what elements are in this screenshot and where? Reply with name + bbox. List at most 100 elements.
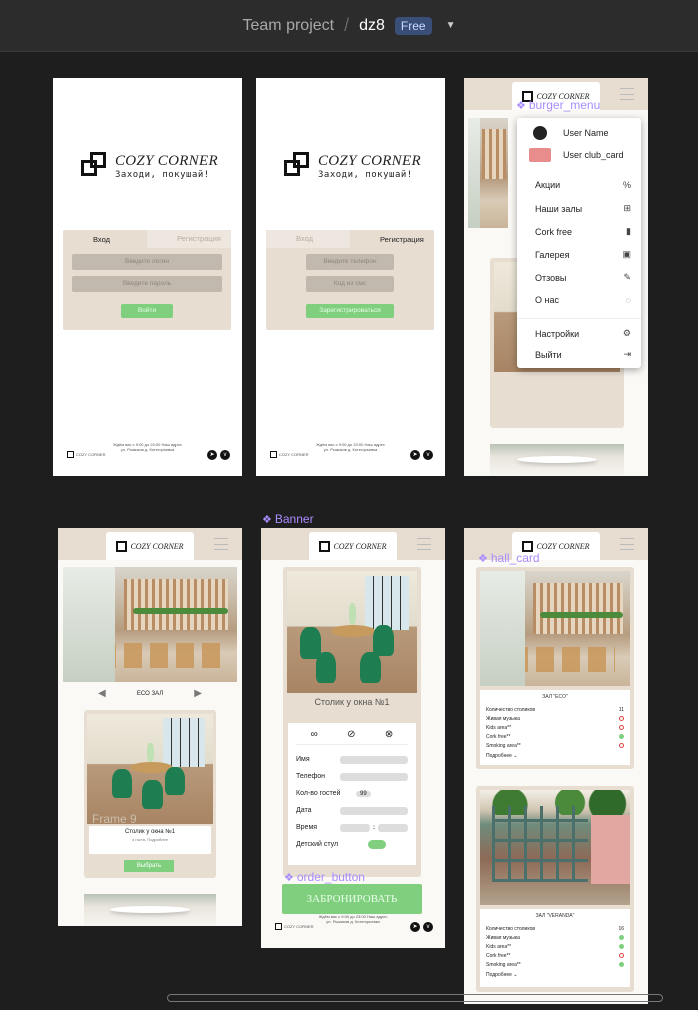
menu-item-logout[interactable]: Выйти ⇥ bbox=[535, 349, 631, 360]
hall-card-label: ❖ hall_card bbox=[478, 551, 540, 565]
tab-login[interactable]: Вход bbox=[63, 235, 147, 244]
login-form: Вход Регистрация Введите логин Введите па… bbox=[63, 230, 231, 330]
vk-icon[interactable]: v bbox=[423, 922, 433, 932]
register-button[interactable]: Зарегистрироваться bbox=[306, 304, 394, 318]
frame-login[interactable]: COZY CORNER Заходи, покушай! Вход Регистра… bbox=[53, 78, 242, 476]
hall-photo bbox=[480, 790, 630, 905]
logo-mark-icon bbox=[284, 152, 312, 180]
burger-icon[interactable] bbox=[620, 88, 634, 100]
sms-code-input[interactable]: Код из смс bbox=[306, 276, 394, 292]
menu-item-reviews[interactable]: Отзовы ✎ bbox=[535, 272, 631, 283]
phone-input[interactable]: Введите телефон bbox=[306, 254, 394, 270]
name-label: Имя bbox=[296, 756, 310, 763]
frame-halls[interactable]: COZY CORNER ◀ ECO ЗАЛ ▶ Столик у окна №1… bbox=[58, 528, 242, 926]
percent-icon: % bbox=[622, 180, 631, 190]
no-icon bbox=[619, 743, 624, 748]
phone-field[interactable] bbox=[340, 772, 408, 781]
logout-icon: ⇥ bbox=[623, 349, 631, 359]
file-name[interactable]: dz8 bbox=[359, 17, 385, 35]
table-title: Столик у окна №1 bbox=[124, 829, 176, 835]
login-input[interactable]: Введите логин bbox=[72, 254, 222, 270]
user-avatar-icon bbox=[533, 126, 547, 140]
path-separator: / bbox=[344, 15, 350, 35]
hall-info: ЗАЛ "VERANDA" Количество столиков 16 Жива… bbox=[480, 909, 630, 987]
frame-register[interactable]: COZY CORNER Заходи, покушай! Вход Регистра… bbox=[256, 78, 445, 476]
user-name[interactable]: User Name bbox=[563, 128, 609, 138]
yes-icon bbox=[619, 962, 624, 967]
burger-icon[interactable] bbox=[214, 538, 228, 550]
table-photo-2 bbox=[490, 444, 624, 476]
menu-item-halls[interactable]: Наши залы ⊞ bbox=[535, 203, 631, 214]
user-club-card[interactable]: User club_card bbox=[563, 150, 624, 160]
footer-logo: COZY CORNER bbox=[275, 923, 313, 930]
next-arrow-icon[interactable]: ▶ bbox=[194, 688, 202, 699]
child-seat-toggle[interactable] bbox=[368, 840, 386, 849]
date-field[interactable] bbox=[340, 806, 408, 815]
yes-icon bbox=[619, 944, 624, 949]
hall-name: ECO ЗАЛ bbox=[136, 690, 164, 697]
chevron-down-icon: ⌄ bbox=[513, 972, 518, 978]
time-label: Время bbox=[296, 824, 318, 831]
table-details: 4 гостя, Подробнее bbox=[132, 837, 168, 842]
hall-photo bbox=[63, 567, 237, 682]
hall-photo bbox=[480, 571, 630, 686]
chevron-down-icon: ⌄ bbox=[513, 753, 518, 759]
menu-item-about[interactable]: О нас ◌ bbox=[535, 295, 631, 305]
hall-title: ЗАЛ "VERANDA" bbox=[535, 913, 575, 919]
more-link[interactable]: Подробнее ⌄ bbox=[486, 972, 624, 978]
password-input[interactable]: Введите пароль bbox=[72, 276, 222, 292]
table-photo-2 bbox=[84, 894, 216, 926]
vk-icon[interactable]: v bbox=[220, 450, 230, 460]
time-from-field[interactable] bbox=[340, 823, 370, 832]
select-button[interactable]: Выбрать bbox=[124, 860, 174, 872]
no-smoking-icon: ⊗ bbox=[384, 729, 394, 740]
burger-icon[interactable] bbox=[620, 538, 634, 550]
footer-logo: COZY CORNER bbox=[270, 451, 308, 458]
login-button[interactable]: Войти bbox=[121, 304, 173, 318]
top-bar: Team project / dz8 Free ▼ bbox=[0, 0, 698, 52]
guests-stepper[interactable]: 99 bbox=[356, 790, 371, 797]
gallery-icon: ▣ bbox=[622, 249, 631, 259]
telegram-icon[interactable]: ➤ bbox=[410, 922, 420, 932]
register-form: Вход Регистрация Введите телефон Код из с… bbox=[266, 230, 434, 330]
date-label: Дата bbox=[296, 807, 312, 814]
project-name[interactable]: Team project bbox=[243, 17, 335, 35]
more-link[interactable]: Подробнее ⌄ bbox=[486, 753, 624, 759]
tab-register[interactable]: Регистрация bbox=[147, 230, 231, 248]
header-logo: COZY CORNER bbox=[309, 532, 397, 560]
tab-login[interactable]: Вход bbox=[266, 230, 350, 248]
menu-item-settings[interactable]: Настройки ⚙ bbox=[535, 328, 631, 339]
table-photo bbox=[287, 571, 417, 693]
name-field[interactable] bbox=[340, 755, 408, 764]
logo-title: COZY CORNER bbox=[318, 152, 421, 169]
no-bottle-icon: ⊘ bbox=[347, 729, 356, 740]
burger-menu: User Name User club_card Акции% Наши зал… bbox=[517, 118, 641, 368]
hall-title: ЗАЛ "ECO" bbox=[542, 694, 568, 700]
footer: COZY CORNER Ждём вас с 9:00 до 23:00 Наш… bbox=[256, 436, 445, 476]
telegram-icon[interactable]: ➤ bbox=[207, 450, 217, 460]
prev-arrow-icon[interactable]: ◀ bbox=[98, 688, 106, 699]
header-logo: COZY CORNER bbox=[106, 532, 194, 560]
frame-hall-cards[interactable]: COZY CORNER ЗАЛ "ECO" Количество столико… bbox=[464, 528, 648, 1004]
guests-label: Кол-во гостей bbox=[296, 790, 341, 797]
plan-badge[interactable]: Free bbox=[394, 16, 432, 35]
club-card-icon bbox=[529, 148, 551, 162]
footer: COZY CORNER Ждём вас с 9:00 до 23:00 Наш… bbox=[261, 908, 445, 948]
table-info: Столик у окна №1 4 гостя, Подробнее bbox=[89, 826, 211, 854]
menu-item-cork-free[interactable]: Cork free ▮ bbox=[535, 226, 631, 237]
gear-icon: ⚙ bbox=[622, 328, 631, 338]
hall-info: ЗАЛ "ECO" Количество столиков 11 Живая му… bbox=[480, 690, 630, 765]
vk-icon[interactable]: v bbox=[423, 450, 433, 460]
no-icon bbox=[619, 716, 624, 721]
burger-icon[interactable] bbox=[417, 538, 431, 550]
time-to-field[interactable] bbox=[378, 823, 408, 832]
chat-icon: ◌ bbox=[625, 295, 631, 305]
chevron-down-icon[interactable]: ▼ bbox=[446, 20, 456, 31]
menu-item-gallery[interactable]: Галерея ▣ bbox=[535, 249, 631, 260]
tab-register[interactable]: Регистрация bbox=[350, 235, 434, 244]
telegram-icon[interactable]: ➤ bbox=[410, 450, 420, 460]
frame-order[interactable]: COZY CORNER Столик у окна №1 ∞ ⊘ ⊗ Имя Тел… bbox=[261, 528, 445, 948]
order-table-title: Столик у окна №1 bbox=[314, 697, 390, 707]
menu-item-promos[interactable]: Акции% bbox=[535, 180, 631, 190]
horizontal-scrollbar[interactable] bbox=[167, 994, 663, 1002]
